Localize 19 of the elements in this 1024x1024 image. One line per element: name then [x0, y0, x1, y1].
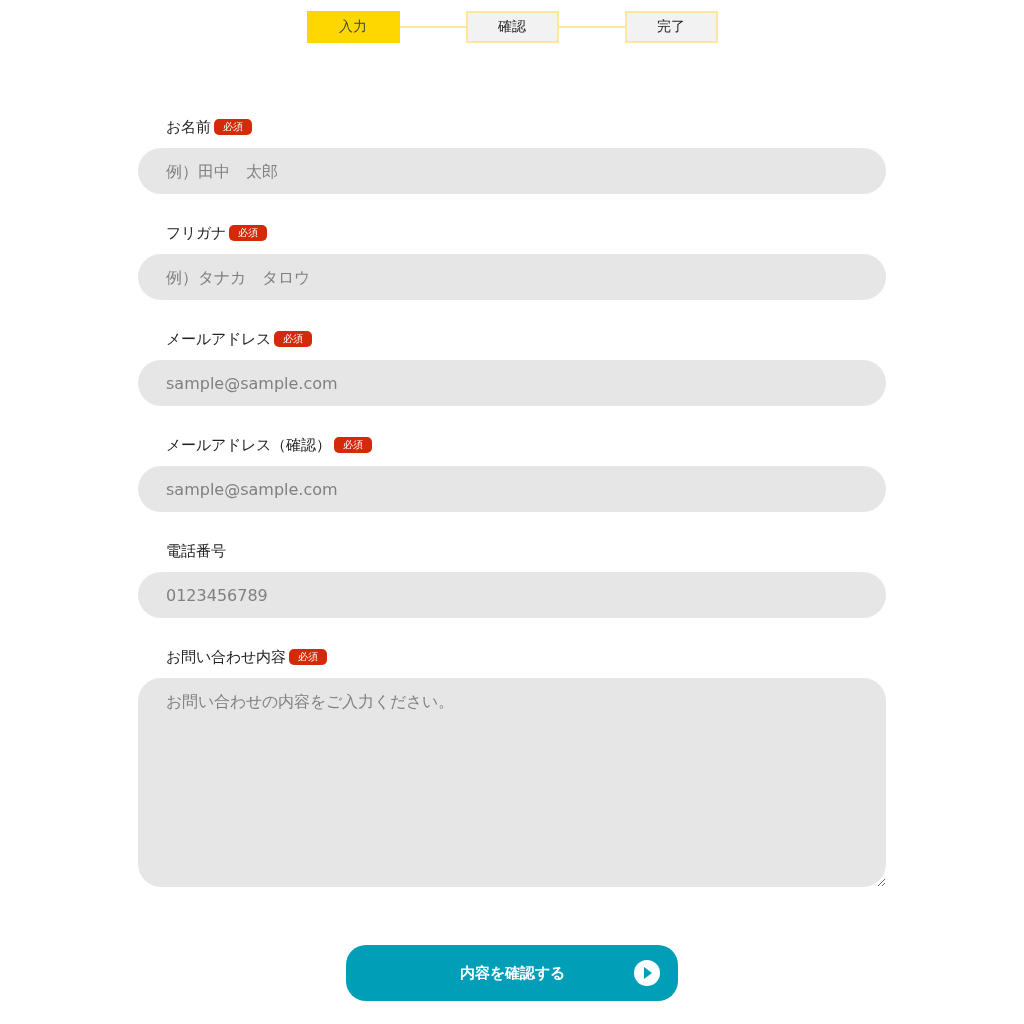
required-badge: 必須 [274, 331, 312, 347]
confirm-button[interactable]: 内容を確認する [346, 945, 678, 1001]
input-field[interactable]: 例）田中 太郎 [138, 148, 886, 194]
input-field[interactable]: 0123456789 [138, 572, 886, 618]
play-icon [634, 960, 660, 986]
field-label: フリガナ [166, 223, 226, 243]
input-field[interactable]: 例）タナカ タロウ [138, 254, 886, 300]
input-field[interactable]: sample@sample.com [138, 466, 886, 512]
input-field[interactable]: sample@sample.com [138, 360, 886, 406]
required-badge: 必須 [334, 437, 372, 453]
required-badge: 必須 [214, 119, 252, 135]
field-label: メールアドレス [166, 329, 271, 349]
field-label: メールアドレス（確認） [166, 435, 331, 455]
field-label: 電話番号 [166, 541, 226, 561]
required-badge: 必須 [229, 225, 267, 241]
field-label: お名前 [166, 117, 211, 137]
message-field[interactable]: お問い合わせの内容をご入力ください。 [138, 678, 886, 887]
required-badge: 必須 [289, 649, 327, 665]
field-label: お問い合わせ内容 [166, 647, 286, 667]
